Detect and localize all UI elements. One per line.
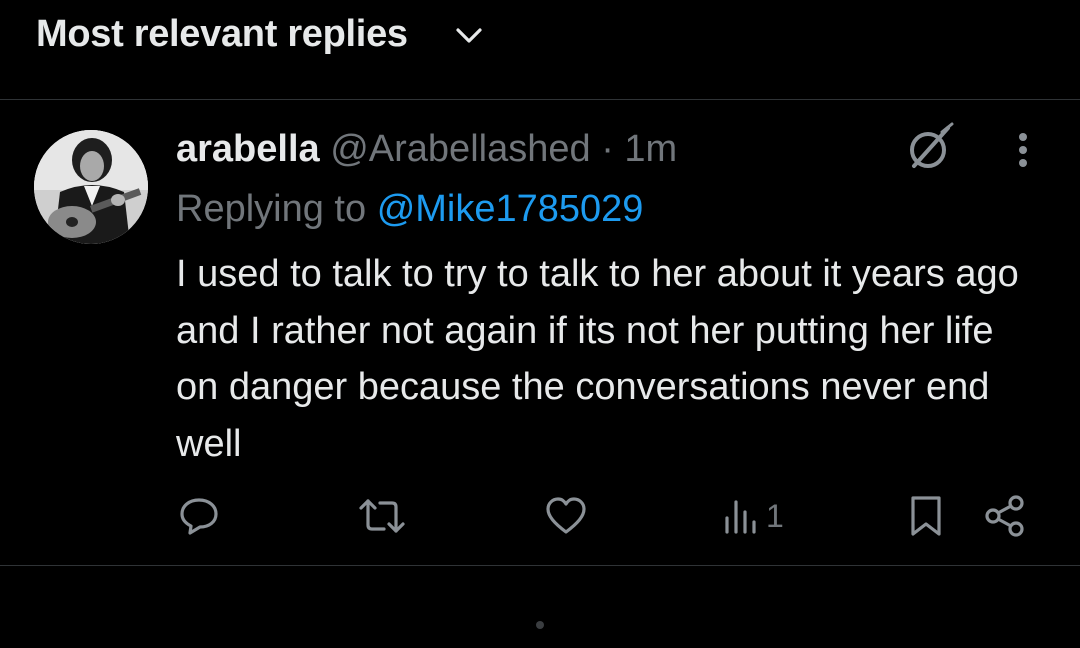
reply-bubble-icon [180, 498, 218, 535]
avatar[interactable] [34, 130, 148, 244]
repost-button[interactable] [358, 494, 406, 538]
replying-to: Replying to @Mike1785029 [176, 186, 643, 232]
chevron-down-icon[interactable] [452, 18, 486, 52]
reply-sort-bar: Most relevant replies [0, 0, 1080, 100]
views-bar-chart-icon [725, 500, 756, 534]
scroll-indicator [536, 621, 544, 629]
share-button[interactable] [984, 494, 1026, 538]
grok-icon[interactable] [904, 122, 956, 174]
header-separator: · [601, 128, 614, 170]
more-options-icon[interactable] [1006, 130, 1040, 170]
bookmark-button[interactable] [908, 494, 944, 538]
like-button[interactable] [544, 494, 588, 538]
reply-sort-selector[interactable]: Most relevant replies [36, 12, 408, 56]
user-handle[interactable]: @Arabellashed [330, 128, 590, 170]
heart-icon [546, 497, 586, 534]
views-count: 1 [766, 498, 784, 534]
replying-to-mention[interactable]: @Mike1785029 [377, 188, 644, 230]
timestamp[interactable]: 1m [624, 128, 677, 170]
repost-icon [359, 499, 405, 533]
replying-to-label: Replying to [176, 188, 367, 230]
display-name[interactable]: arabella [176, 128, 320, 170]
share-icon [985, 495, 1024, 537]
tweet-header: arabella @Arabellashed · 1m [176, 126, 677, 172]
views-button[interactable]: 1 [722, 494, 784, 538]
bookmark-icon [911, 496, 941, 536]
reply-tweet[interactable]: arabella @Arabellashed · 1m Replying to … [0, 100, 1080, 566]
tweet-text: I used to talk to try to talk to her abo… [176, 253, 1019, 465]
reply-button[interactable] [178, 494, 220, 538]
